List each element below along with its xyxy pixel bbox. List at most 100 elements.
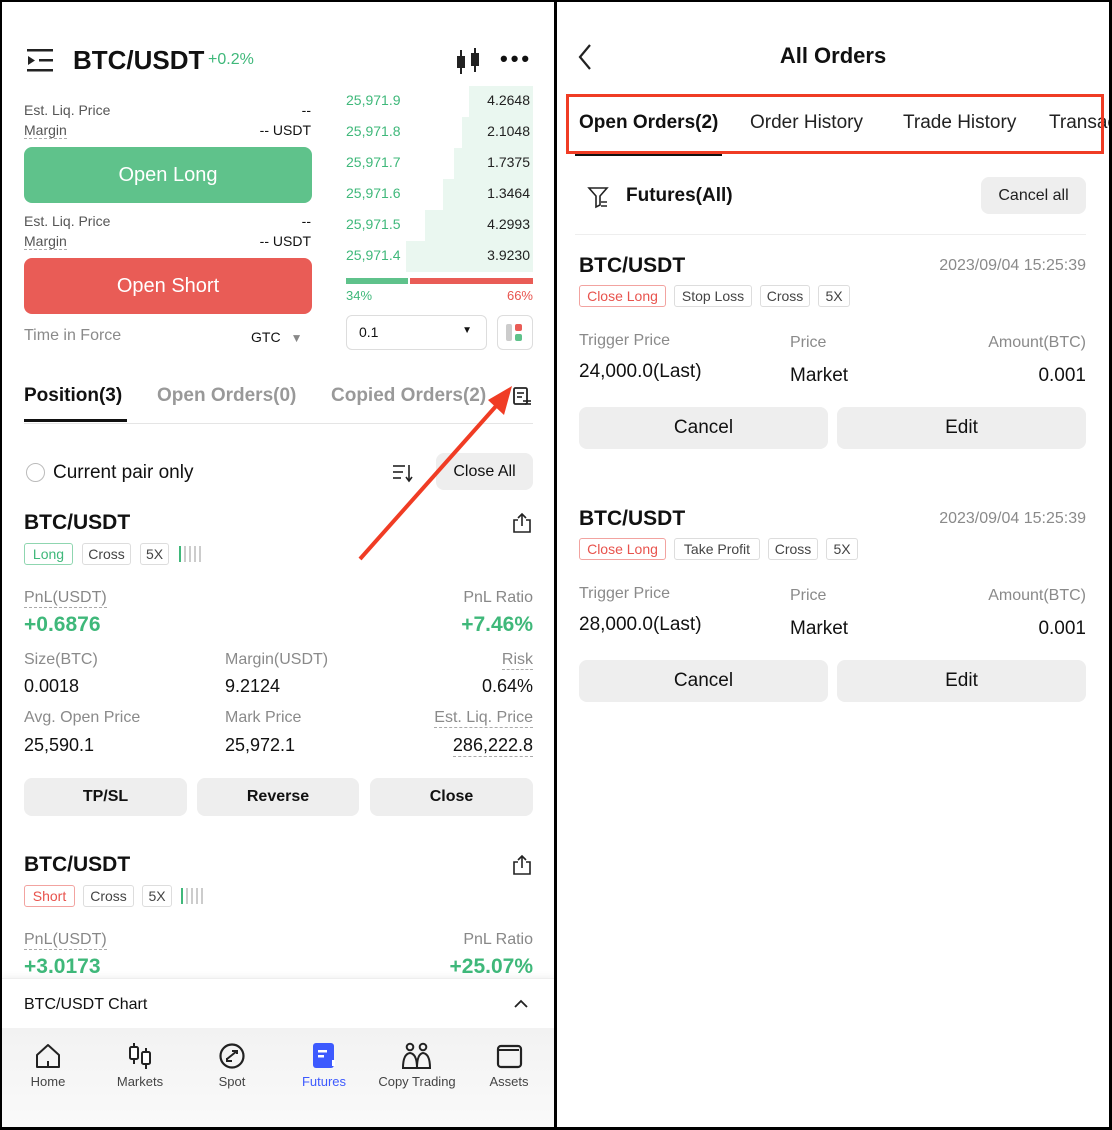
cancel-order-button[interactable]: Cancel xyxy=(579,407,828,449)
open-long-button[interactable]: Open Long xyxy=(24,147,312,203)
divider xyxy=(575,234,1086,235)
tab-copied-orders[interactable]: Copied Orders(2) xyxy=(331,385,486,407)
reverse-button[interactable]: Reverse xyxy=(197,778,359,816)
ask-price: 25,971.9 xyxy=(346,92,401,108)
current-pair-radio[interactable] xyxy=(26,463,45,482)
est-liq-label: Est. Liq. Price xyxy=(24,213,111,229)
est-liq-value: -- xyxy=(301,102,311,118)
markets-icon xyxy=(129,1043,151,1069)
nav-futures[interactable]: Futures xyxy=(278,1042,370,1089)
menu-icon[interactable] xyxy=(27,48,55,74)
share-icon[interactable] xyxy=(511,512,533,534)
trigger-price-value: 28,000.0(Last) xyxy=(579,614,702,635)
buy-ratio-bar xyxy=(346,278,408,284)
wallet-icon xyxy=(496,1044,523,1069)
pair-title[interactable]: BTC/USDT xyxy=(73,45,204,76)
filter-label[interactable]: Futures(All) xyxy=(626,185,733,207)
tab-open-orders[interactable]: Open Orders(0) xyxy=(157,385,296,407)
tif-value: GTC xyxy=(251,329,281,345)
orderbook-layout-button[interactable] xyxy=(497,315,533,350)
nav-label: Futures xyxy=(301,1074,347,1089)
position-pair[interactable]: BTC/USDT xyxy=(24,853,130,877)
nav-spot[interactable]: Spot xyxy=(186,1042,278,1089)
candlestick-icon[interactable] xyxy=(454,48,482,76)
ask-price: 25,971.8 xyxy=(346,123,401,139)
all-orders-screen: All Orders Open Orders(2) Order History … xyxy=(557,2,1109,1127)
side-tag: Long xyxy=(24,543,73,565)
est-liq-label: Est. Liq. Price xyxy=(24,102,111,118)
cancel-all-button[interactable]: Cancel all xyxy=(981,177,1086,214)
avg-open-price-value: 25,590.1 xyxy=(24,735,95,755)
order-time: 2023/09/04 15:25:39 xyxy=(939,257,1086,274)
pnl-label: PnL(USDT) xyxy=(24,931,107,950)
margin-mode-tag: Cross xyxy=(768,538,818,560)
nav-label: Spot xyxy=(218,1074,246,1089)
pnl-ratio-label: PnL Ratio xyxy=(463,931,533,948)
precision-select[interactable]: 0.1 ▼ xyxy=(346,315,487,350)
page-title: All Orders xyxy=(779,43,887,68)
divider xyxy=(24,423,533,424)
chevron-up-icon[interactable] xyxy=(513,998,529,1010)
nav-markets[interactable]: Markets xyxy=(94,1042,186,1089)
current-pair-label: Current pair only xyxy=(53,462,194,483)
orderbook-row[interactable]: 25,971.6 1.3464 xyxy=(346,179,533,210)
spot-icon xyxy=(219,1043,245,1069)
close-button[interactable]: Close xyxy=(370,778,533,816)
margin-value: -- USDT xyxy=(259,233,311,249)
trigger-price-label: Trigger Price xyxy=(579,332,670,349)
share-icon[interactable] xyxy=(511,854,533,876)
close-all-button[interactable]: Close All xyxy=(436,453,533,490)
orderbook-row[interactable]: 25,971.8 2.1048 xyxy=(346,117,533,148)
copy-trading-icon xyxy=(401,1042,432,1069)
trigger-price-label: Trigger Price xyxy=(579,585,670,602)
ask-price: 25,971.7 xyxy=(346,154,401,170)
tp-sl-button[interactable]: TP/SL xyxy=(24,778,187,816)
margin-label: Margin(USDT) xyxy=(225,651,329,668)
ask-size: 1.3464 xyxy=(487,185,530,201)
risk-level-indicator xyxy=(181,888,203,904)
nav-label: Copy Trading xyxy=(378,1074,456,1089)
futures-screen: BTC/USDT +0.2% ••• Est. Liq. Price -- Ma… xyxy=(2,2,554,1127)
pnl-label: PnL(USDT) xyxy=(24,589,107,608)
futures-icon xyxy=(313,1043,335,1068)
cancel-order-button[interactable]: Cancel xyxy=(579,660,828,702)
time-in-force-select[interactable]: GTC ▼ xyxy=(251,329,302,345)
orderbook-row[interactable]: 25,971.7 1.7375 xyxy=(346,148,533,179)
chart-bar[interactable]: BTC/USDT Chart xyxy=(2,978,554,1028)
risk-level-indicator xyxy=(179,546,201,562)
sort-icon[interactable] xyxy=(392,463,414,483)
est-liq-price-value: 286,222.8 xyxy=(452,735,533,757)
orderbook-row[interactable]: 25,971.9 4.2648 xyxy=(346,86,533,117)
tab-position[interactable]: Position(3) xyxy=(24,385,122,407)
edit-order-button[interactable]: Edit xyxy=(837,660,1086,702)
nav-home[interactable]: Home xyxy=(2,1042,94,1089)
position-pair[interactable]: BTC/USDT xyxy=(24,511,130,535)
nav-copy-trading[interactable]: Copy Trading xyxy=(370,1042,464,1089)
orderbook-row[interactable]: 25,971.5 4.2993 xyxy=(346,210,533,241)
price-value: Market xyxy=(790,365,849,386)
orderbook-row[interactable]: 25,971.4 3.9230 xyxy=(346,241,533,272)
orders-record-icon[interactable] xyxy=(512,386,532,406)
leverage-tag: 5X xyxy=(140,543,169,565)
margin-label: Margin xyxy=(24,233,67,250)
leverage-tag: 5X xyxy=(142,885,172,907)
order-type-tag: Close Long xyxy=(579,538,666,560)
est-liq-price-label: Est. Liq. Price xyxy=(434,709,533,728)
pnl-value: +0.6876 xyxy=(24,613,101,636)
dropdown-triangle-icon: ▼ xyxy=(290,331,303,345)
filter-icon[interactable] xyxy=(587,185,609,209)
order-type-tag: Close Long xyxy=(579,285,666,307)
price-label: Price xyxy=(790,334,827,351)
side-tag: Short xyxy=(24,885,75,907)
amount-label: Amount(BTC) xyxy=(988,334,1086,351)
more-icon[interactable]: ••• xyxy=(500,46,532,72)
price-label: Price xyxy=(790,587,827,604)
margin-value: -- USDT xyxy=(259,122,311,138)
nav-assets[interactable]: Assets xyxy=(463,1042,554,1089)
ask-price: 25,971.6 xyxy=(346,185,401,201)
open-short-button[interactable]: Open Short xyxy=(24,258,312,314)
price-value: Market xyxy=(790,618,849,639)
margin-mode-tag: Cross xyxy=(83,885,134,907)
edit-order-button[interactable]: Edit xyxy=(837,407,1086,449)
avg-open-price-label: Avg. Open Price xyxy=(24,709,141,726)
